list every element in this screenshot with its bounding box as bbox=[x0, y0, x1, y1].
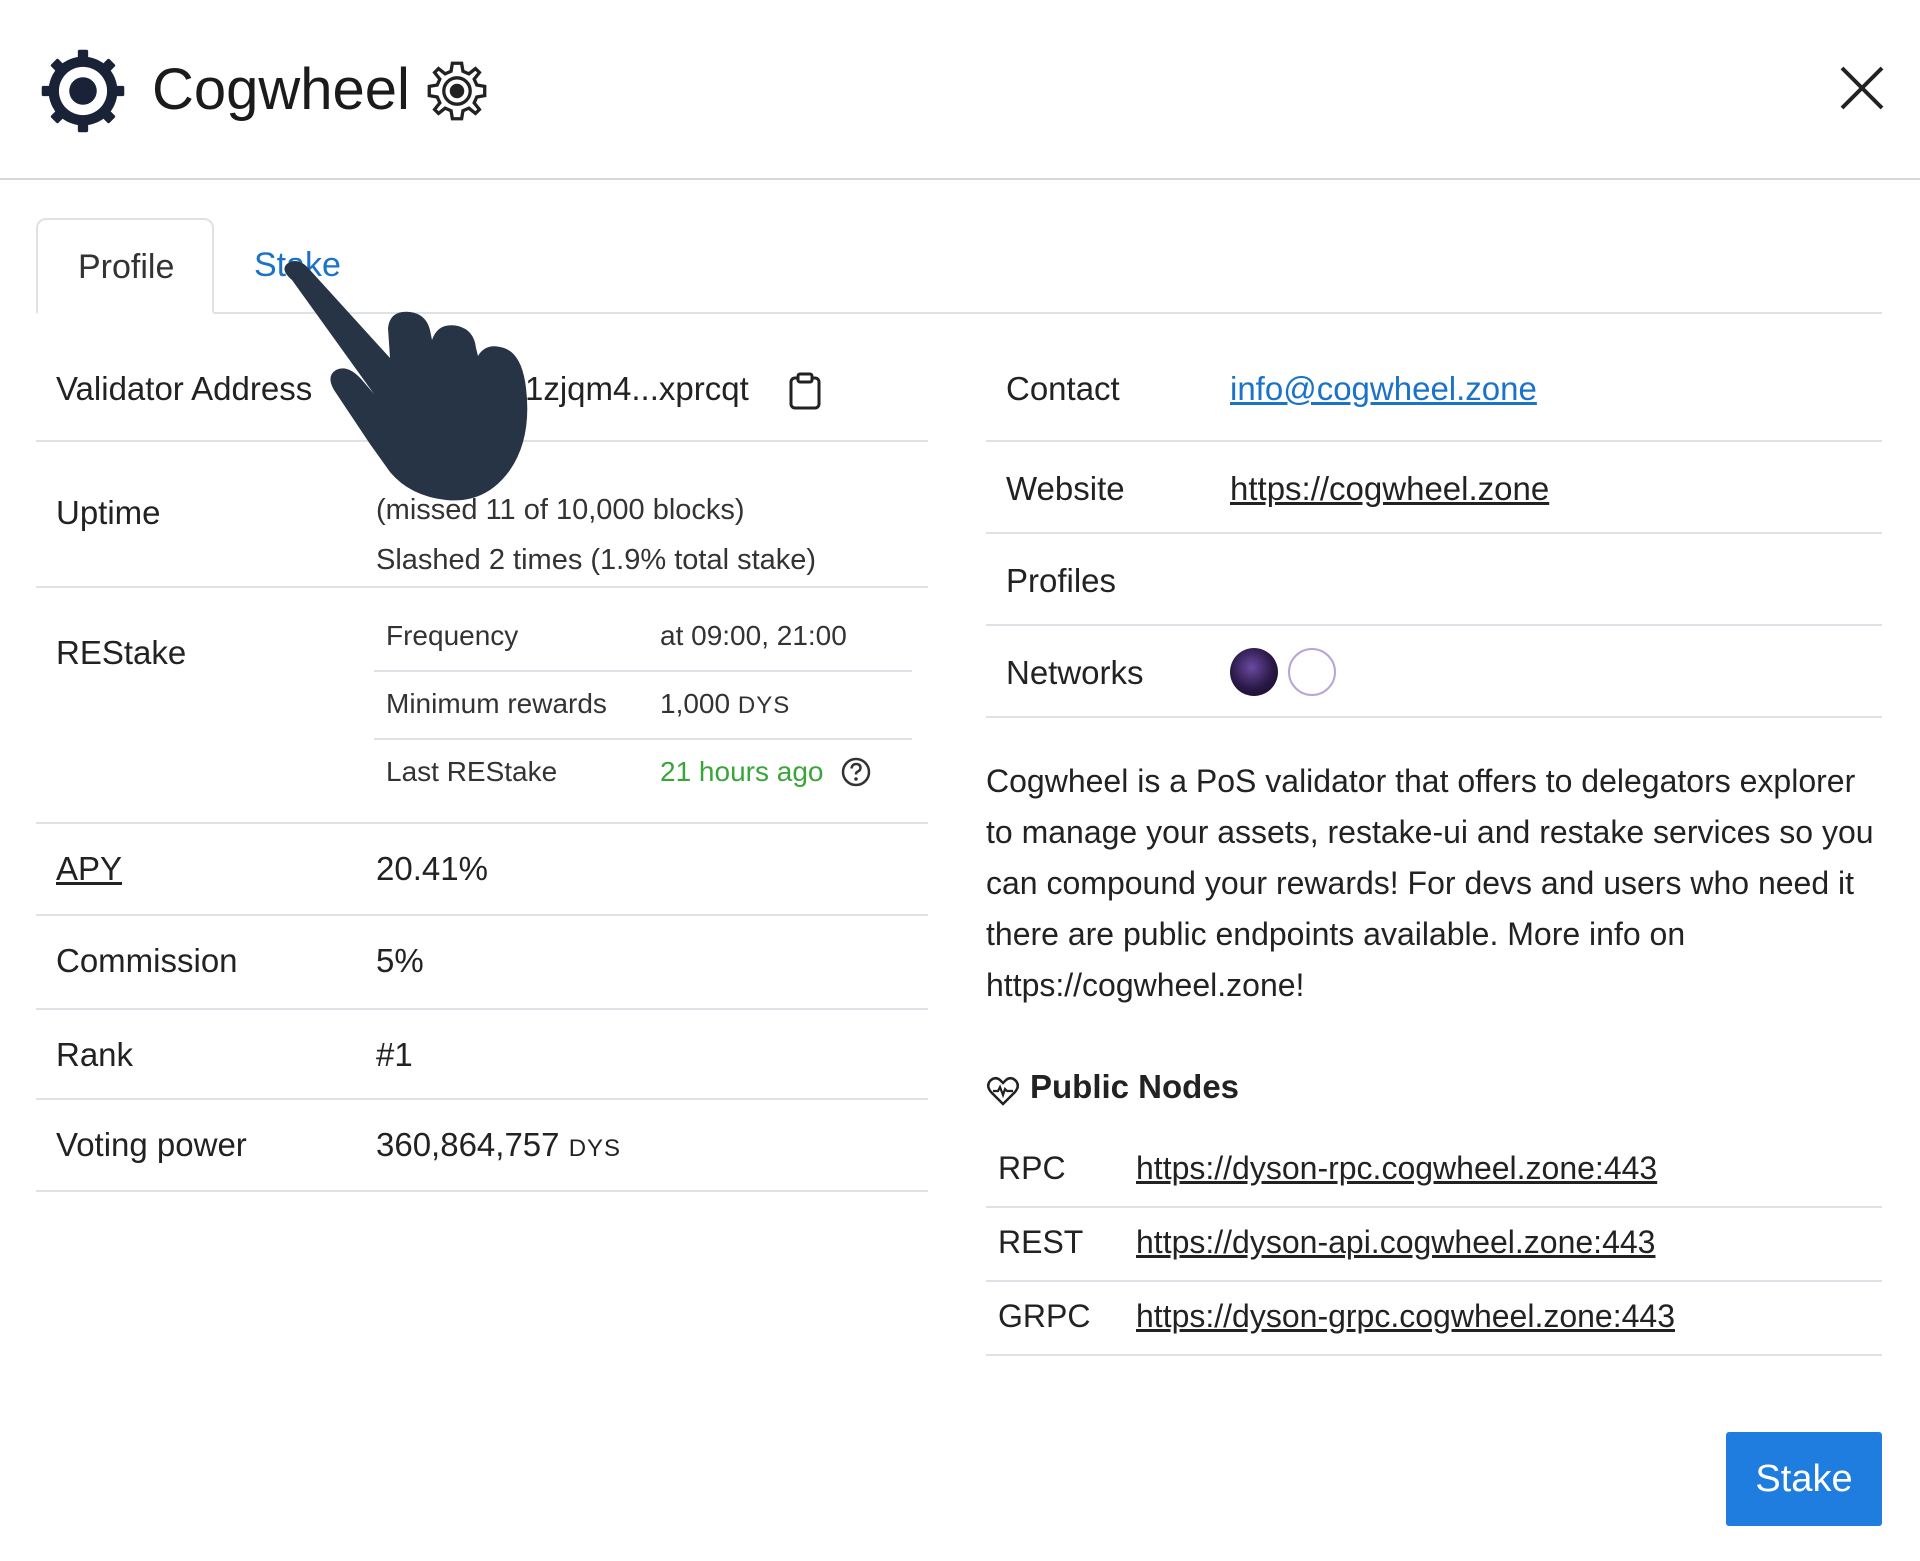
row-contact: Contact info@cogwheel.zone bbox=[986, 312, 1882, 442]
close-icon[interactable] bbox=[1836, 62, 1888, 114]
apy-label[interactable]: APY bbox=[56, 850, 122, 888]
row-networks: Networks bbox=[986, 626, 1882, 718]
restake-label: REStake bbox=[56, 634, 187, 671]
details-table: Contact info@cogwheel.zone Website https… bbox=[986, 312, 1882, 718]
min-rewards-amount: 1,000 bbox=[660, 688, 731, 719]
gear-icon bbox=[427, 61, 487, 121]
restake-last-row: Last REStake 21 hours ago bbox=[374, 740, 912, 806]
node-url-link[interactable]: https://dyson-rpc.cogwheel.zone:443 bbox=[1136, 1150, 1657, 1187]
contact-label: Contact bbox=[1006, 370, 1120, 407]
restake-table: Frequency at 09:00, 21:00 Minimum reward… bbox=[374, 604, 912, 806]
node-row-rest: REST https://dyson-api.cogwheel.zone:443 bbox=[986, 1208, 1882, 1282]
voting-power-value: 360,864,757 DYS bbox=[376, 1126, 621, 1164]
profiles-label: Profiles bbox=[1006, 562, 1117, 599]
public-nodes-title: Public Nodes bbox=[1030, 1068, 1240, 1105]
network-avatar[interactable] bbox=[1288, 648, 1336, 696]
modal-header: Cogwheel bbox=[0, 0, 1920, 180]
tab-stake[interactable]: Stake bbox=[214, 218, 381, 312]
uptime-missed-blocks: (missed 11 of 10,000 blocks) bbox=[376, 494, 745, 526]
uptime-slashed: Slashed 2 times (1.9% total stake) bbox=[376, 544, 817, 576]
commission-value: 5% bbox=[376, 942, 424, 979]
commission-label: Commission bbox=[56, 942, 238, 979]
validator-modal: Cogwheel Profile Stake Validator Address… bbox=[0, 0, 1920, 1561]
row-restake: REStake Frequency at 09:00, 21:00 Minimu… bbox=[36, 588, 928, 824]
profile-table: Validator Address r1zjqm4...xprcqt Uptim… bbox=[36, 312, 928, 1192]
heart-pulse-icon bbox=[987, 1077, 1019, 1106]
node-type: REST bbox=[998, 1224, 1084, 1260]
restake-min-rewards-label: Minimum rewards bbox=[386, 688, 607, 719]
node-row-grpc: GRPC https://dyson-grpc.cogwheel.zone:44… bbox=[986, 1282, 1882, 1356]
row-website: Website https://cogwheel.zone bbox=[986, 442, 1882, 534]
restake-min-rewards-value: 1,000 DYS bbox=[660, 688, 790, 720]
help-circle-icon[interactable] bbox=[840, 756, 872, 788]
restake-frequency-value: at 09:00, 21:00 bbox=[660, 620, 847, 651]
restake-last-label: Last REStake bbox=[386, 756, 558, 787]
contact-link[interactable]: info@cogwheel.zone bbox=[1230, 370, 1537, 408]
validator-name: Cogwheel bbox=[152, 57, 410, 122]
node-type: GRPC bbox=[998, 1298, 1091, 1334]
public-nodes-table: RPC https://dyson-rpc.cogwheel.zone:443 … bbox=[986, 1134, 1882, 1356]
row-apy: APY 20.41% bbox=[36, 824, 928, 916]
restake-frequency-row: Frequency at 09:00, 21:00 bbox=[374, 604, 912, 672]
clipboard-icon[interactable] bbox=[788, 372, 822, 410]
network-avatar[interactable] bbox=[1230, 648, 1278, 696]
row-uptime: Uptime (missed 11 of 10,000 blocks) Slas… bbox=[36, 442, 928, 588]
voting-power-label: Voting power bbox=[56, 1126, 247, 1163]
row-commission: Commission 5% bbox=[36, 916, 928, 1010]
validator-address-value: r1zjqm4...xprcqt bbox=[514, 370, 749, 407]
rank-label: Rank bbox=[56, 1036, 134, 1073]
restake-last-value: 21 hours ago bbox=[660, 756, 824, 787]
voting-power-unit: DYS bbox=[568, 1135, 622, 1162]
website-label: Website bbox=[1006, 470, 1125, 507]
min-rewards-unit: DYS bbox=[737, 692, 791, 719]
cogwheel-logo-icon bbox=[41, 49, 125, 133]
validator-description: Cogwheel is a PoS validator that offers … bbox=[986, 763, 1874, 1003]
rank-value: #1 bbox=[376, 1036, 413, 1073]
validator-address-label: Validator Address bbox=[56, 370, 313, 407]
node-type: RPC bbox=[998, 1150, 1066, 1186]
node-url-link[interactable]: https://dyson-grpc.cogwheel.zone:443 bbox=[1136, 1298, 1675, 1335]
node-url-link[interactable]: https://dyson-api.cogwheel.zone:443 bbox=[1136, 1224, 1655, 1261]
row-voting-power: Voting power 360,864,757 DYS bbox=[36, 1100, 928, 1192]
stake-button[interactable]: Stake bbox=[1726, 1432, 1882, 1526]
row-rank: Rank #1 bbox=[36, 1010, 928, 1100]
node-row-rpc: RPC https://dyson-rpc.cogwheel.zone:443 bbox=[986, 1134, 1882, 1208]
row-validator-address: Validator Address r1zjqm4...xprcqt bbox=[36, 312, 928, 442]
apy-value: 20.41% bbox=[376, 850, 488, 887]
website-link[interactable]: https://cogwheel.zone bbox=[1230, 470, 1549, 508]
row-profiles: Profiles bbox=[986, 534, 1882, 626]
voting-power-amount: 360,864,757 bbox=[376, 1126, 560, 1163]
networks-label: Networks bbox=[1006, 654, 1144, 691]
tab-profile[interactable]: Profile bbox=[36, 218, 214, 314]
restake-frequency-label: Frequency bbox=[386, 620, 519, 651]
restake-min-rewards-row: Minimum rewards 1,000 DYS bbox=[374, 672, 912, 740]
uptime-label: Uptime bbox=[56, 494, 161, 531]
tab-bar: Profile Stake bbox=[36, 218, 1882, 314]
